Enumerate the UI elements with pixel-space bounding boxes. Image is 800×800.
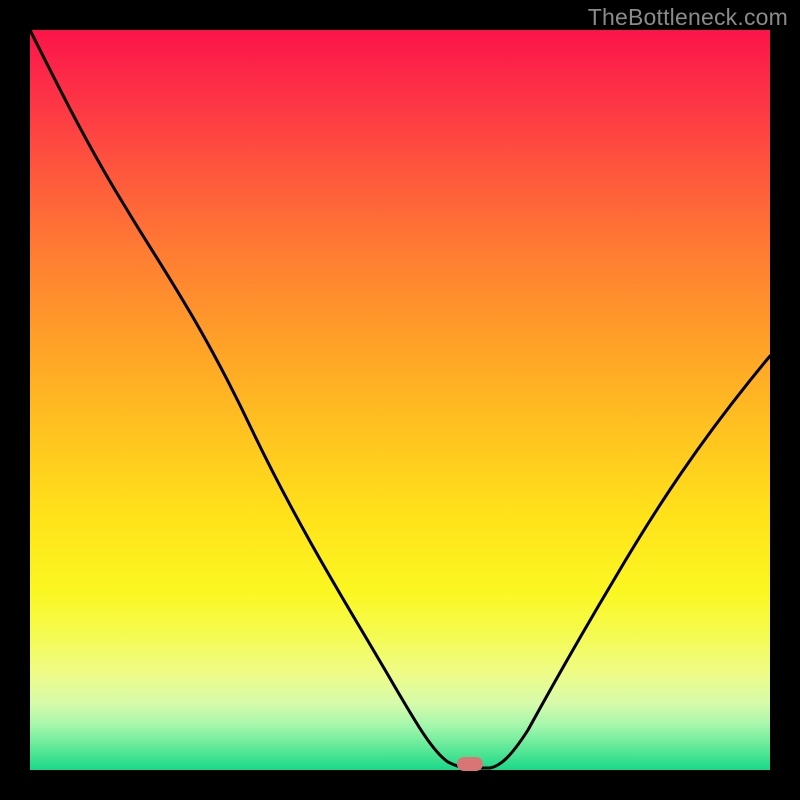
chart-frame: TheBottleneck.com xyxy=(0,0,800,800)
watermark-text: TheBottleneck.com xyxy=(588,4,788,31)
bottleneck-curve xyxy=(30,30,770,770)
plot-area xyxy=(30,30,770,770)
optimal-marker xyxy=(457,757,483,771)
